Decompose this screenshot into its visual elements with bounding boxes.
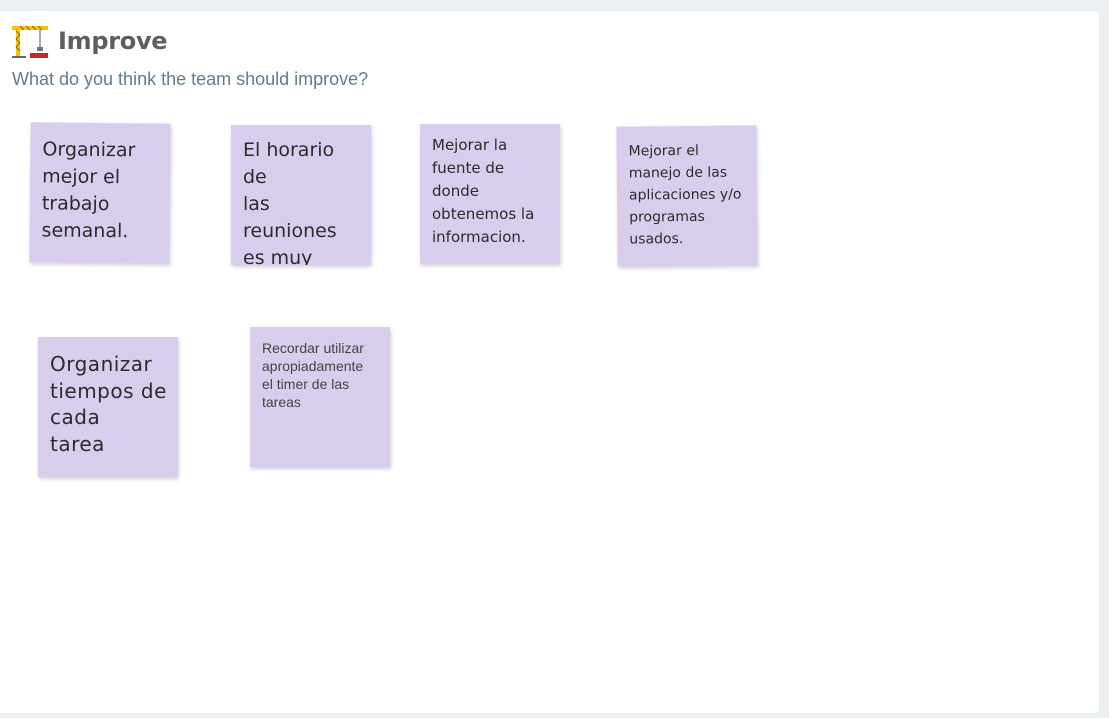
sticky-note-text: Organizar tiempos de cada tarea	[50, 352, 167, 456]
sticky-note-text: Recordar utilizar apropiadamente el time…	[262, 340, 364, 410]
sticky-note[interactable]: Organizar mejor el trabajo semanal.	[29, 122, 171, 264]
section-subtitle: What do you think the team should improv…	[12, 69, 369, 89]
sticky-note[interactable]: El horario de las reuniones es muy tarde	[231, 125, 371, 265]
section-title: Improve	[58, 27, 168, 55]
sticky-note-text: El horario de las reuniones es muy tarde	[243, 139, 337, 265]
construction-crane-icon	[12, 23, 50, 59]
sticky-note[interactable]: Mejorar el manejo de las aplicaciones y/…	[616, 125, 758, 267]
section-header: Improve	[12, 23, 168, 59]
sticky-note[interactable]: Organizar tiempos de cada tarea	[38, 337, 178, 477]
sticky-note-text: Mejorar la fuente de donde obtenemos la …	[432, 136, 535, 246]
sticky-note[interactable]: Recordar utilizar apropiadamente el time…	[250, 327, 390, 467]
sticky-note-text: Organizar mejor el trabajo semanal.	[41, 138, 136, 243]
sticky-note[interactable]: Mejorar la fuente de donde obtenemos la …	[420, 124, 560, 264]
sticky-note-text: Mejorar el manejo de las aplicaciones y/…	[628, 142, 742, 248]
